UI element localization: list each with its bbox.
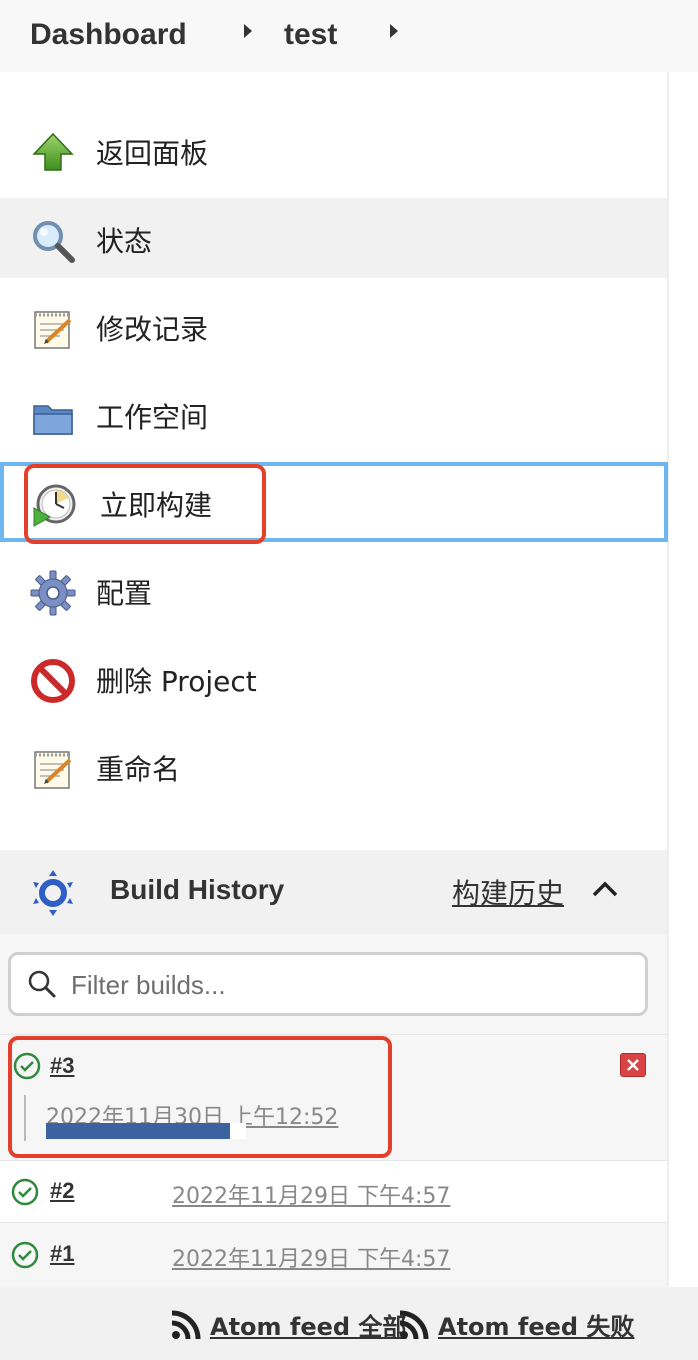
task-changes[interactable]: 修改记录 bbox=[0, 286, 667, 366]
highlight-annotation bbox=[24, 464, 266, 544]
feed-label: Atom feed 全部 bbox=[210, 1313, 407, 1341]
no-entry-icon bbox=[31, 659, 75, 703]
task-status[interactable]: 状态 bbox=[0, 198, 667, 278]
search-icon bbox=[28, 970, 56, 998]
task-delete-project[interactable]: 删除 Project bbox=[0, 638, 667, 718]
breadcrumb: Dashboard test bbox=[0, 0, 698, 72]
task-label: 删除 Project bbox=[96, 665, 257, 698]
magnifier-icon bbox=[33, 221, 75, 263]
success-check-icon bbox=[11, 1241, 39, 1269]
breadcrumb-separator-icon[interactable] bbox=[244, 24, 252, 38]
filter-builds-input[interactable] bbox=[69, 965, 633, 1005]
highlight-annotation bbox=[8, 1036, 392, 1158]
notepad-icon bbox=[34, 311, 72, 349]
sidepanel-divider bbox=[667, 72, 669, 1287]
up-arrow-icon bbox=[32, 132, 74, 171]
build-number-link[interactable]: #2 bbox=[50, 1178, 74, 1204]
build-trend-link[interactable]: 构建历史 bbox=[452, 872, 564, 912]
success-check-icon bbox=[11, 1178, 39, 1206]
task-label: 修改记录 bbox=[96, 313, 209, 346]
folder-icon bbox=[33, 405, 73, 435]
build-number-link[interactable]: #1 bbox=[50, 1241, 74, 1267]
task-label: 配置 bbox=[96, 577, 153, 610]
task-label: 状态 bbox=[96, 225, 153, 258]
task-label: 工作空间 bbox=[96, 401, 209, 434]
build-history-title: Build History bbox=[110, 874, 285, 905]
breadcrumb-dashboard[interactable]: Dashboard bbox=[30, 18, 187, 52]
feed-label: Atom feed 失败 bbox=[438, 1313, 635, 1341]
cancel-build-button[interactable] bbox=[620, 1053, 646, 1077]
breadcrumb-job[interactable]: test bbox=[284, 18, 337, 52]
task-rename[interactable]: 重命名 bbox=[0, 726, 667, 806]
task-workspace[interactable]: 工作空间 bbox=[0, 374, 667, 454]
rss-feed-icon bbox=[399, 1310, 429, 1340]
notepad-icon bbox=[34, 751, 72, 789]
filter-area bbox=[0, 934, 667, 1034]
task-configure[interactable]: 配置 bbox=[0, 550, 667, 630]
task-label: 返回面板 bbox=[96, 137, 209, 170]
breadcrumb-separator-icon[interactable] bbox=[390, 24, 398, 38]
rss-feed-icon bbox=[171, 1310, 201, 1340]
build-date-link[interactable]: 2022年11月29日 下午4:57 bbox=[172, 1241, 450, 1273]
build-history-header: Build History 构建历史 bbox=[0, 850, 667, 934]
build-history-footer: Atom feed 全部 Atom feed 失败 bbox=[0, 1287, 698, 1360]
build-history-icon bbox=[33, 870, 73, 916]
task-back-to-dashboard[interactable]: 返回面板 bbox=[0, 110, 667, 190]
build-row: #1 2022年11月29日 下午4:57 bbox=[0, 1222, 667, 1287]
close-icon bbox=[627, 1059, 639, 1071]
filter-box bbox=[8, 952, 648, 1016]
build-date-link[interactable]: 2022年11月29日 下午4:57 bbox=[172, 1178, 450, 1210]
chevron-up-icon[interactable] bbox=[590, 874, 620, 904]
gear-icon bbox=[30, 570, 76, 616]
build-row: #2 2022年11月29日 下午4:57 bbox=[0, 1160, 667, 1222]
task-label: 重命名 bbox=[96, 753, 181, 786]
